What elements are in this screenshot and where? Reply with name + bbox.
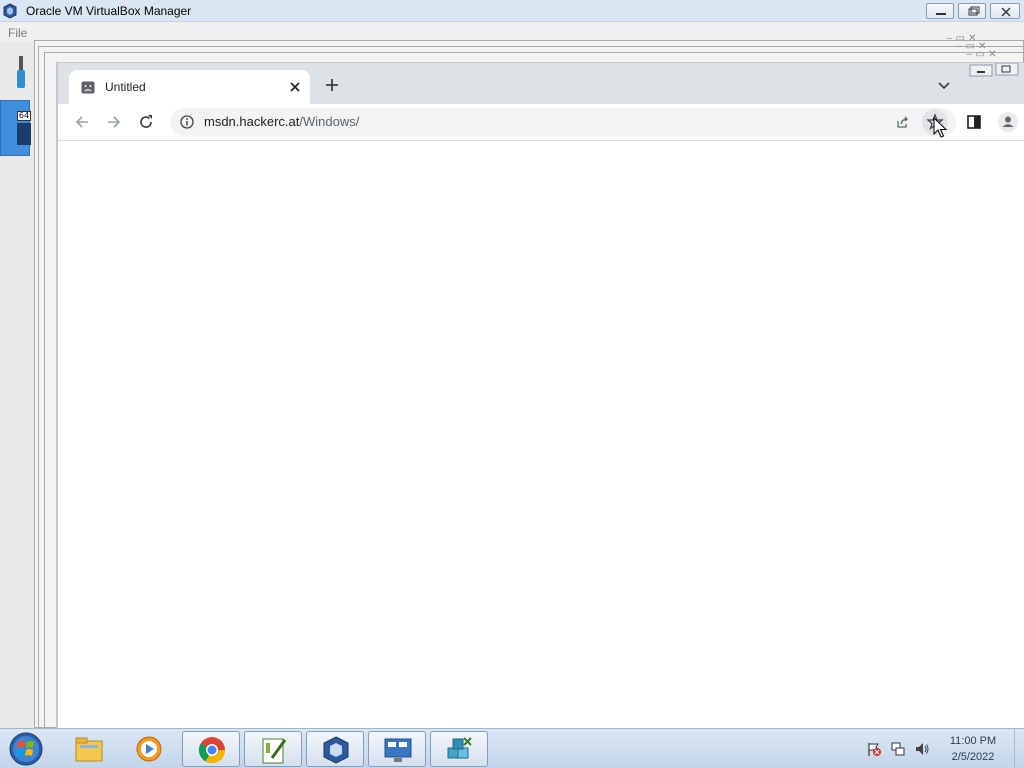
taskbar-remote-desktop[interactable] [368,731,426,767]
profile-avatar-icon [1002,116,1014,127]
folder-icon [75,737,103,762]
virtualbox-icon [3,3,17,19]
forward-arrow-icon[interactable] [104,112,124,132]
virtualbox-sidebar: 64 [0,42,38,728]
cubes-icon [447,737,472,759]
mouse-cursor-icon [933,117,947,138]
url-path: /Windows/ [299,114,360,129]
profile-button[interactable] [998,112,1018,132]
clock-time: 11:00 PM [949,735,997,747]
virtualbox-title: Oracle VM VirtualBox Manager [26,4,192,18]
new-tab-icon[interactable] [322,75,342,95]
restore-icon [968,6,980,16]
info-icon[interactable] [180,115,194,129]
virtualbox-menubar: File [0,22,1024,42]
remote-desktop-icon [384,738,412,762]
tab-untitled[interactable]: Untitled [69,70,310,104]
taskbar: 11:00 PM 2/5/2022 [0,728,1024,768]
tab-title: Untitled [105,80,146,94]
media-player-icon [136,736,162,762]
chevron-down-icon[interactable] [936,77,952,93]
editor-icon [262,738,287,764]
sad-page-icon [81,81,95,94]
back-arrow-icon[interactable] [72,112,92,132]
tab-close-icon[interactable] [287,79,303,95]
side-panel-icon[interactable] [966,114,982,130]
vm-list-item[interactable]: 64 [0,100,31,156]
stacked-window-controls: ‒ ▭ ✕ [966,49,997,60]
taskbar-explorer[interactable] [60,731,118,767]
taskbar-chrome[interactable] [182,731,240,767]
restore-button[interactable] [958,3,986,19]
page-content[interactable] [58,141,1024,729]
clock-date: 2/5/2022 [951,751,995,763]
virtualbox-titlebar: Oracle VM VirtualBox Manager [0,0,1024,22]
network-icon[interactable] [890,741,906,757]
url-host: msdn.hackerc.at [204,114,300,129]
volume-icon[interactable] [914,741,930,757]
chrome-window: Untitled msdn.hackerc.at/Windows/ [56,62,1024,729]
menu-file[interactable]: File [8,26,27,40]
taskbar-hyperv[interactable] [430,731,488,767]
show-desktop-button[interactable] [1014,729,1024,768]
virtualbox-icon [323,736,349,764]
browser-toolbar: msdn.hackerc.at/Windows/ [58,104,1024,141]
system-clock[interactable]: 11:00 PM 2/5/2022 [938,733,1008,765]
taskbar-media-player[interactable] [120,731,178,767]
close-button[interactable] [990,3,1020,19]
minimize-button[interactable] [926,3,954,19]
minimize-icon [936,13,946,15]
vm-arch-badge: 64 [17,111,31,121]
tools-icon[interactable] [14,54,28,90]
address-bar[interactable]: msdn.hackerc.at/Windows/ [170,108,956,136]
tab-strip: Untitled [58,63,1024,104]
close-icon [1001,7,1011,17]
notification-area [862,737,932,761]
action-center-flag-icon[interactable] [866,741,882,757]
taskbar-notepadpp[interactable] [244,731,302,767]
window-controls[interactable] [968,63,1024,77]
taskbar-virtualbox[interactable] [306,731,364,767]
reload-icon[interactable] [136,112,156,132]
chrome-icon [198,737,226,764]
url-text[interactable]: msdn.hackerc.at/Windows/ [204,114,359,129]
vm-os-icon [17,123,31,145]
share-icon[interactable] [894,114,910,130]
start-button[interactable] [6,730,46,768]
